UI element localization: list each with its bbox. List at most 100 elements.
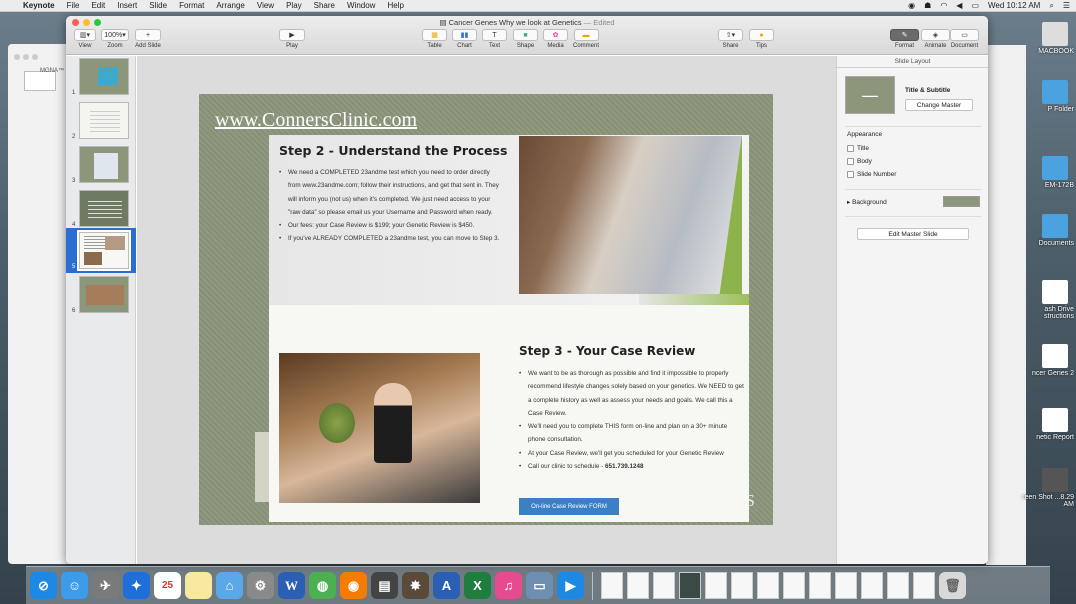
play-button[interactable]: ▶ Play — [279, 29, 305, 49]
add-slide-button[interactable]: + Add Slide — [135, 29, 161, 49]
menu-view[interactable]: View — [257, 1, 274, 10]
word-icon[interactable]: W — [278, 572, 305, 599]
app-store-icon[interactable]: A — [433, 572, 460, 599]
desktop-item-flash-drive[interactable]: ash Drive structions — [1016, 280, 1074, 320]
desktop-item-cancer-genes[interactable]: ncer Genes 2 — [1016, 344, 1074, 377]
partial-graphic[interactable] — [255, 432, 269, 502]
dock-document-icon[interactable] — [809, 572, 831, 599]
background-color-well[interactable] — [943, 196, 980, 207]
safari-icon[interactable]: ⊘ — [30, 572, 57, 599]
slide[interactable]: www.ConnersClinic.com TS Step 2 - Unders… — [199, 94, 773, 525]
desktop-item-documents[interactable]: Documents — [1016, 214, 1074, 247]
menu-window[interactable]: Window — [347, 1, 375, 10]
slide-thumbnail-5[interactable]: 5 — [72, 230, 131, 271]
dock-document-icon[interactable] — [653, 572, 675, 599]
background-disclosure[interactable]: ▸ Background — [847, 198, 887, 206]
trash-icon[interactable]: 🗑 — [939, 572, 966, 599]
app-icon[interactable]: ✸ — [402, 572, 429, 599]
dock-document-icon[interactable] — [783, 572, 805, 599]
dock-document-icon[interactable] — [757, 572, 779, 599]
clock[interactable]: Wed 10:12 AM — [988, 1, 1040, 10]
dock-document-icon[interactable] — [679, 572, 701, 599]
desktop-item-macbook[interactable]: MACBOOK — [1016, 22, 1074, 55]
share-button[interactable]: ⇧▾ Share — [718, 29, 743, 49]
notification-center-icon[interactable]: ☰ — [1063, 1, 1070, 10]
dock-document-icon[interactable] — [861, 572, 883, 599]
document-button[interactable]: ▭ Document — [950, 29, 979, 49]
launchpad-icon[interactable]: ✈ — [92, 572, 119, 599]
menu-play[interactable]: Play — [286, 1, 302, 10]
slide-thumbnail-1[interactable]: 1 — [72, 58, 129, 96]
wifi-icon[interactable]: ◠ — [940, 1, 947, 10]
record-icon[interactable]: ◉ — [908, 1, 915, 10]
body-checkbox[interactable]: Body — [847, 158, 872, 165]
clinic-url[interactable]: www.ConnersClinic.com — [215, 109, 417, 132]
checkbox-label: Slide Number — [857, 171, 897, 178]
dock-document-icon[interactable] — [627, 572, 649, 599]
menu-share[interactable]: Share — [314, 1, 335, 10]
menu-help[interactable]: Help — [387, 1, 403, 10]
calendar-icon[interactable]: 25 — [154, 572, 181, 599]
dock-document-icon[interactable] — [913, 572, 935, 599]
desktop-item-em172b[interactable]: EM-172B — [1016, 156, 1074, 189]
title-checkbox[interactable]: Title — [847, 145, 869, 152]
excel-icon[interactable]: X — [464, 572, 491, 599]
slide-thumbnail-3[interactable]: 3 — [72, 146, 129, 184]
content-image[interactable]: Step 2 - Understand the Process We need … — [269, 135, 749, 522]
slide-thumbnail-6[interactable]: 6 — [72, 276, 129, 314]
format-button[interactable]: ✎ Format — [890, 29, 919, 49]
music-icon[interactable]: ♫ — [495, 572, 522, 599]
change-master-button[interactable]: Change Master — [905, 99, 973, 111]
comment-button[interactable]: ▬ Comment — [573, 29, 599, 49]
zoom-button[interactable]: 100% ▾ Zoom — [101, 29, 129, 49]
notes-icon[interactable] — [185, 572, 212, 599]
slide-number-checkbox[interactable]: Slide Number — [847, 171, 896, 178]
battery-icon[interactable]: ▭ — [971, 1, 979, 10]
spotlight-icon[interactable]: ⌕ — [1049, 1, 1053, 11]
menu-insert[interactable]: Insert — [117, 1, 137, 10]
table-button[interactable]: ▦ Table — [422, 29, 447, 49]
tips-button[interactable]: ● Tips — [749, 29, 774, 49]
menu-file[interactable]: File — [67, 1, 80, 10]
animate-button[interactable]: ◈ Animate — [921, 29, 950, 49]
network-icon[interactable]: ◍ — [309, 572, 336, 599]
shape-button[interactable]: ■ Shape — [513, 29, 538, 49]
dock-document-icon[interactable] — [887, 572, 909, 599]
inspector-tab-slide-layout[interactable]: Slide Layout — [837, 56, 988, 68]
background-window[interactable]: MGNA™ — [8, 44, 70, 564]
dock-document-icon[interactable] — [731, 572, 753, 599]
preview-icon[interactable]: ▭ — [526, 572, 553, 599]
desktop-label: reen Shot ...8.29 AM — [1022, 494, 1074, 508]
media-button[interactable]: ✿ Media — [543, 29, 568, 49]
keynote-icon[interactable]: ⌂ — [216, 572, 243, 599]
view-button[interactable]: ▥▾ View — [74, 29, 96, 49]
chart-button[interactable]: ▮▮ Chart — [452, 29, 477, 49]
volume-icon[interactable]: ◀ — [956, 1, 962, 10]
menu-edit[interactable]: Edit — [91, 1, 105, 10]
master-thumbnail[interactable]: ▬▬▬▬ — [845, 76, 895, 114]
document-title[interactable]: Cancer Genes Why we look at Genetics — [449, 18, 582, 27]
dock-document-icon[interactable] — [835, 572, 857, 599]
account-icon[interactable]: ☗ — [924, 1, 931, 10]
desktop-item-screenshot[interactable]: reen Shot ...8.29 AM — [1016, 468, 1074, 508]
dock-document-icon[interactable] — [705, 572, 727, 599]
slide-thumbnail-4[interactable]: 4 — [72, 190, 129, 228]
menu-slide[interactable]: Slide — [149, 1, 167, 10]
dock-document-icon[interactable] — [601, 572, 623, 599]
desktop-item-genetic-report[interactable]: netic Report — [1016, 408, 1074, 441]
safari-compass-icon[interactable]: ✦ — [123, 572, 150, 599]
menu-app-name[interactable]: Keynote — [23, 1, 55, 10]
slide-thumbnail-2[interactable]: 2 — [72, 102, 129, 140]
slide-canvas[interactable]: www.ConnersClinic.com TS Step 2 - Unders… — [137, 56, 836, 564]
menu-format[interactable]: Format — [179, 1, 204, 10]
system-preferences-icon[interactable]: ⚙ — [247, 572, 274, 599]
firefox-icon[interactable]: ◉ — [340, 572, 367, 599]
edit-master-slide-button[interactable]: Edit Master Slide — [857, 228, 969, 240]
text-button[interactable]: T Text — [482, 29, 507, 49]
desktop-item-folder[interactable]: P Folder — [1016, 80, 1074, 113]
menu-arrange[interactable]: Arrange — [216, 1, 244, 10]
finder-icon[interactable]: ☺ — [61, 572, 88, 599]
zoom-app-icon[interactable]: ▶ — [557, 572, 584, 599]
utility-icon[interactable]: ▤ — [371, 572, 398, 599]
list-item: If you've ALREADY COMPLETED a 23andme te… — [279, 232, 504, 246]
